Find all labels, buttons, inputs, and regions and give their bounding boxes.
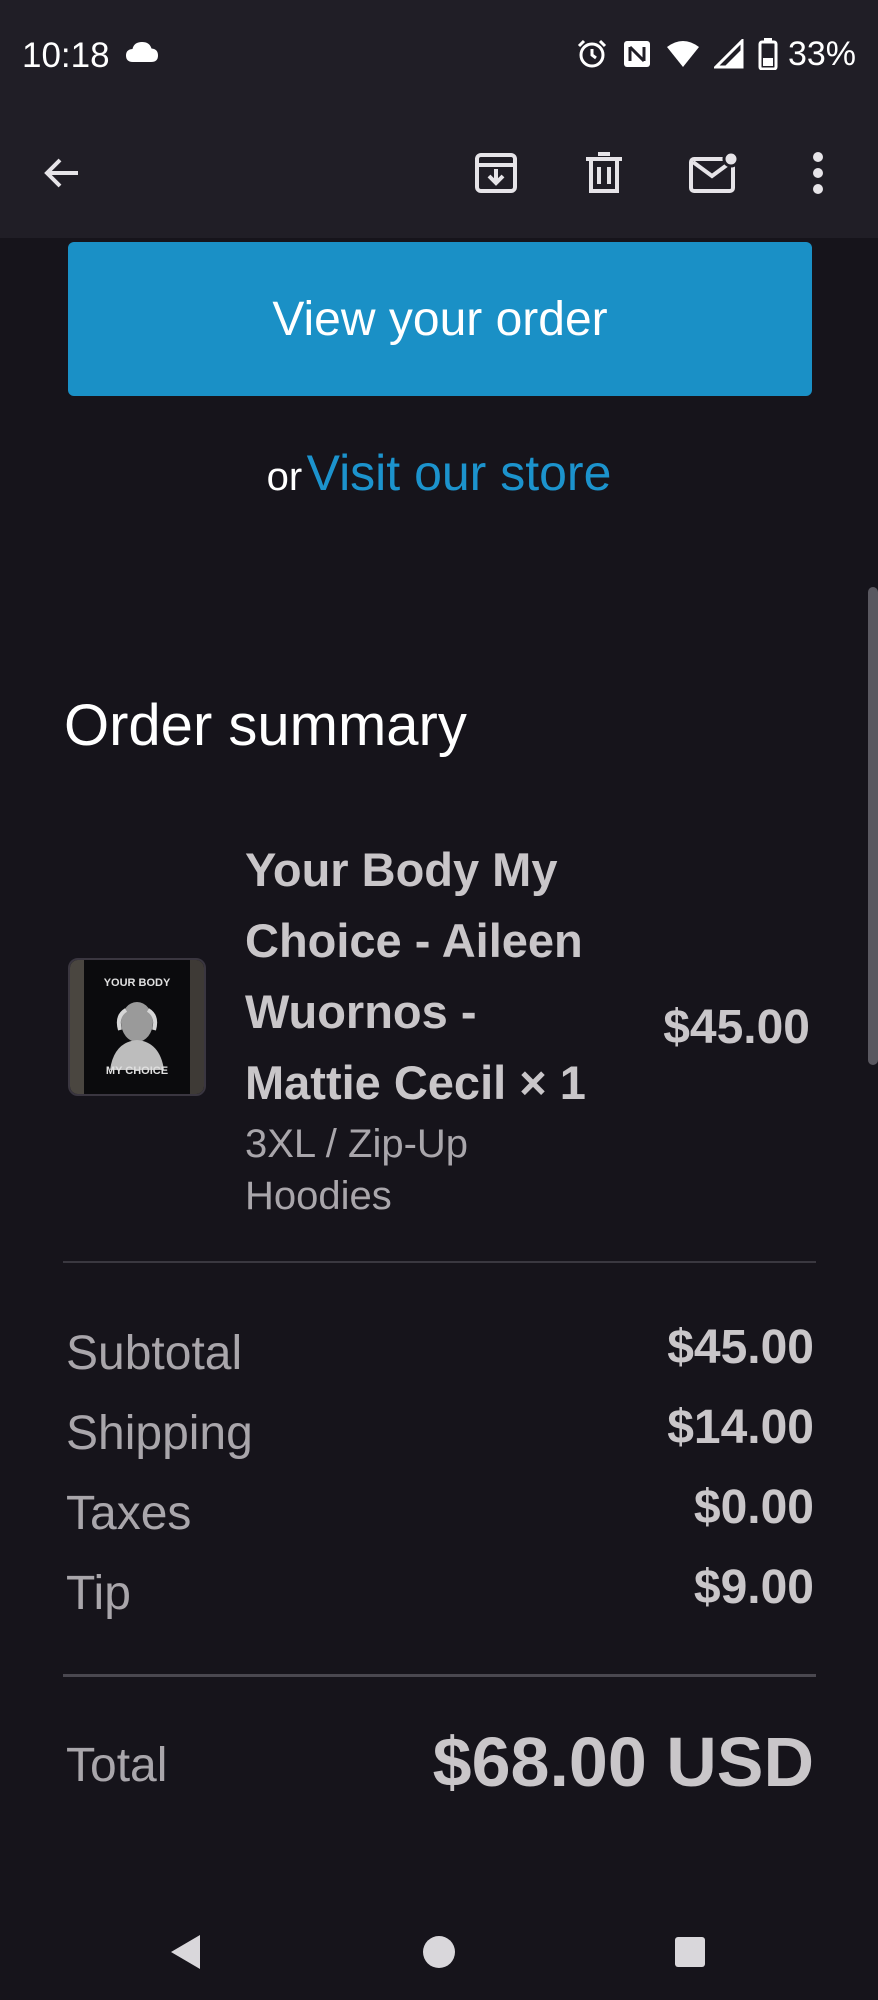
home-circle-icon — [423, 1936, 455, 1968]
visit-store-link[interactable]: Visit our store — [307, 445, 612, 501]
product-name: Your Body My Choice - Aileen Wuornos - M… — [245, 834, 625, 1118]
status-bar: 10:18 33% — [0, 0, 878, 108]
shipping-label: Shipping — [66, 1407, 253, 1460]
total-value: $68.00 USD — [432, 1723, 814, 1801]
mark-unread-icon — [689, 151, 739, 193]
shipping-value: $14.00 — [667, 1401, 814, 1454]
more-vert-icon — [813, 152, 823, 194]
tip-value: $9.00 — [693, 1561, 814, 1614]
visit-prefix: or — [266, 455, 303, 499]
nav-back-button[interactable] — [160, 1926, 212, 1978]
subtotal-label: Subtotal — [66, 1327, 243, 1380]
recents-square-icon — [675, 1937, 705, 1967]
product-price: $45.00 — [663, 1001, 810, 1054]
back-arrow-icon — [44, 158, 78, 188]
delete-icon — [586, 152, 622, 193]
alarm-icon — [577, 39, 606, 68]
nfc-icon — [623, 41, 650, 67]
navigation-bar — [0, 1904, 878, 2000]
product-name-line: Wuornos - — [245, 985, 477, 1038]
divider — [63, 1674, 816, 1677]
product-variant: 3XL / Zip-Up Hoodies — [245, 1118, 545, 1222]
email-body: View your order or Visit our store Order… — [0, 238, 878, 1904]
product-variant-line: Hoodies — [245, 1174, 392, 1218]
status-icons: 33% — [576, 32, 856, 76]
product-name-line: Choice - Aileen — [245, 914, 583, 967]
battery-percentage: 33% — [787, 34, 856, 73]
divider — [63, 1261, 816, 1263]
back-button[interactable] — [28, 139, 96, 207]
tip-label: Tip — [66, 1567, 131, 1620]
thumb-text-top: YOUR BODY — [104, 977, 171, 989]
thumb-text-bottom: MY CHOICE — [106, 1065, 168, 1077]
signal-icon — [713, 39, 744, 69]
product-variant-line: 3XL / Zip-Up — [245, 1122, 469, 1166]
subtotal-value: $45.00 — [667, 1321, 814, 1374]
archive-button[interactable] — [462, 139, 530, 207]
order-summary-title: Order summary — [64, 693, 467, 758]
battery-icon — [758, 38, 778, 70]
mark-unread-button[interactable] — [680, 139, 748, 207]
view-order-button[interactable]: View your order — [68, 242, 812, 396]
wifi-icon — [666, 41, 699, 67]
product-name-line: Your Body My — [245, 843, 558, 896]
back-triangle-icon — [171, 1935, 200, 1969]
total-label: Total — [66, 1739, 168, 1792]
more-options-button[interactable] — [784, 139, 852, 207]
scrollbar[interactable] — [868, 587, 878, 1065]
nav-recents-button[interactable] — [664, 1926, 716, 1978]
delete-button[interactable] — [570, 139, 638, 207]
cloud-icon — [126, 42, 158, 62]
visit-store-line: or Visit our store — [0, 444, 878, 502]
nav-home-button[interactable] — [413, 1926, 465, 1978]
archive-icon — [475, 153, 517, 193]
taxes-value: $0.00 — [693, 1481, 814, 1534]
taxes-label: Taxes — [66, 1487, 192, 1540]
app-bar — [0, 108, 878, 238]
status-time: 10:18 — [22, 36, 110, 75]
product-name-line: Mattie Cecil × 1 — [245, 1056, 586, 1109]
product-thumbnail: YOUR BODY MY CHOICE — [68, 958, 206, 1096]
